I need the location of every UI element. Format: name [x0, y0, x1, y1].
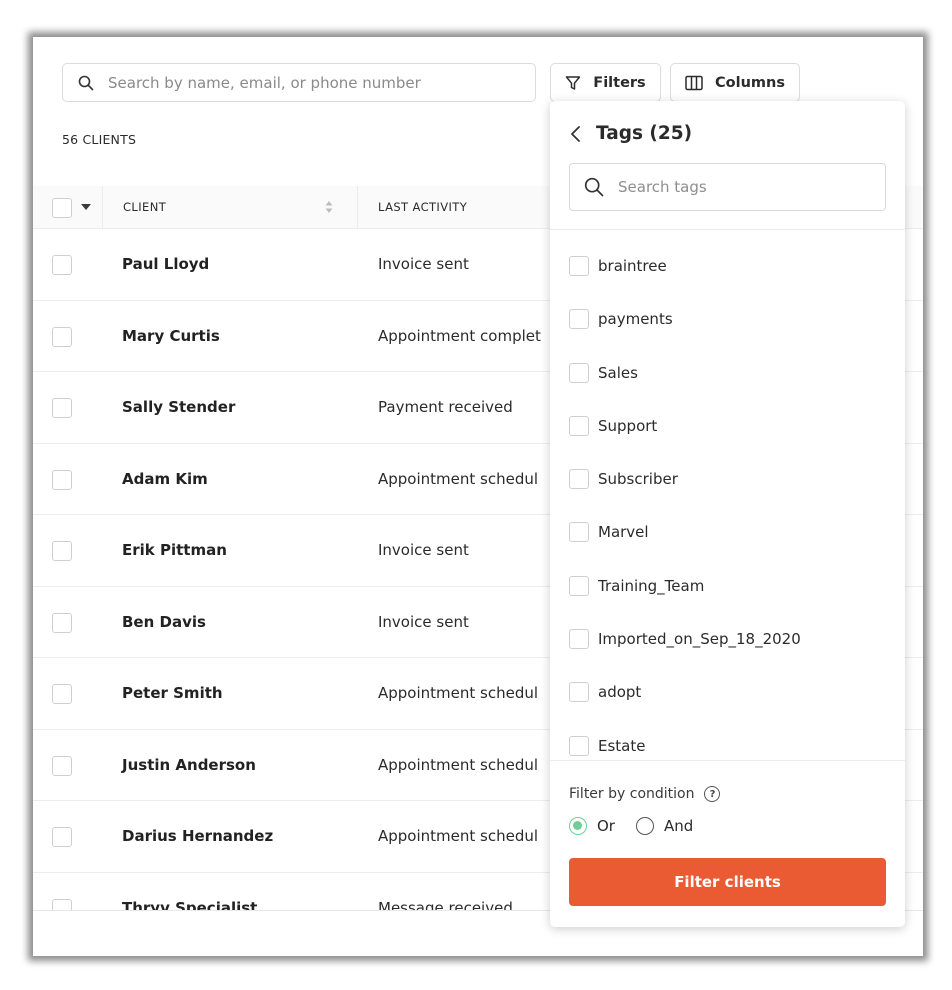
column-divider: [357, 186, 358, 229]
tags-panel-title: Tags (25): [596, 123, 693, 144]
row-checkbox[interactable]: [52, 541, 72, 561]
tag-label[interactable]: Marvel: [598, 523, 649, 541]
row-checkbox[interactable]: [52, 255, 72, 275]
client-name[interactable]: Sally Stender: [122, 398, 235, 416]
last-activity: Invoice sent: [378, 612, 469, 631]
tag-option[interactable]: Imported_on_Sep_18_2020: [550, 604, 905, 657]
tags-panel-header: Tags (25) Search tags: [550, 101, 905, 230]
tag-option[interactable]: Estate: [550, 711, 905, 760]
tag-search-input[interactable]: Search tags: [569, 163, 886, 211]
last-activity: Payment received: [378, 398, 513, 416]
tag-checkbox[interactable]: [569, 522, 589, 543]
filter-condition-label: Filter by condition ?: [569, 786, 721, 802]
last-activity: Message received: [378, 898, 513, 911]
client-name[interactable]: Paul Lloyd: [122, 255, 209, 273]
filter-icon: [566, 75, 581, 90]
tag-label[interactable]: Imported_on_Sep_18_2020: [598, 630, 801, 648]
tag-checkbox[interactable]: [569, 362, 589, 383]
tag-option[interactable]: payments: [550, 284, 905, 337]
client-name[interactable]: Thryv Specialist: [122, 899, 257, 911]
clients-page: Search by name, email, or phone number F…: [33, 37, 923, 956]
tag-search-placeholder: Search tags: [618, 178, 707, 196]
tag-label[interactable]: adopt: [598, 683, 641, 701]
condition-and-label: And: [664, 817, 694, 835]
radio-selected-indicator[interactable]: [569, 817, 587, 835]
tag-checkbox[interactable]: [569, 629, 589, 650]
client-name[interactable]: Mary Curtis: [122, 327, 220, 345]
help-icon[interactable]: ?: [704, 786, 721, 802]
filters-button[interactable]: Filters: [550, 63, 661, 102]
tag-checkbox[interactable]: [569, 256, 589, 276]
row-checkbox[interactable]: [52, 755, 72, 776]
tag-checkbox[interactable]: [569, 415, 589, 436]
tag-label[interactable]: Estate: [598, 737, 645, 755]
tag-checkbox[interactable]: [569, 682, 589, 703]
filter-clients-button[interactable]: Filter clients: [569, 858, 886, 906]
client-name[interactable]: Darius Hernandez: [122, 827, 273, 845]
tag-checkbox[interactable]: [569, 309, 589, 330]
tag-label[interactable]: Subscriber: [598, 470, 678, 488]
condition-and-radio[interactable]: And: [636, 817, 693, 835]
tag-label[interactable]: payments: [598, 310, 673, 328]
tags-panel-footer: Filter by condition ? Or And Filter clie…: [550, 760, 905, 927]
last-activity: Appointment schedul: [378, 755, 539, 774]
last-activity: Appointment complet: [378, 326, 541, 345]
row-checkbox[interactable]: [52, 398, 72, 418]
filter-condition-text: Filter by condition: [569, 786, 695, 802]
last-activity: Appointment schedul: [378, 469, 539, 488]
search-icon: [584, 177, 604, 197]
row-checkbox[interactable]: [52, 612, 72, 633]
last-activity: Invoice sent: [378, 541, 469, 559]
row-checkbox[interactable]: [52, 326, 72, 347]
tag-option[interactable]: Support: [550, 391, 905, 444]
column-header-client[interactable]: CLIENT: [123, 200, 166, 214]
sort-icon[interactable]: [324, 199, 334, 215]
row-checkbox[interactable]: [52, 898, 72, 910]
client-count: 56 CLIENTS: [62, 132, 137, 147]
client-name[interactable]: Erik Pittman: [122, 541, 227, 559]
tag-option[interactable]: Training_Team: [550, 551, 905, 604]
tag-label[interactable]: Training_Team: [598, 577, 704, 595]
tag-label[interactable]: Support: [598, 417, 657, 435]
tag-checkbox[interactable]: [569, 735, 589, 756]
last-activity: Appointment schedul: [378, 827, 539, 845]
tag-list: braintree payments Sales Support Subscri…: [550, 231, 905, 760]
client-name[interactable]: Justin Anderson: [122, 756, 256, 774]
tag-option[interactable]: Sales: [550, 338, 905, 391]
column-header-last-activity[interactable]: LAST ACTIVITY: [378, 200, 467, 214]
tag-label[interactable]: Sales: [598, 364, 638, 382]
client-search-placeholder: Search by name, email, or phone number: [108, 73, 421, 92]
radio-indicator[interactable]: [636, 817, 654, 835]
column-divider: [102, 186, 103, 229]
row-checkbox[interactable]: [52, 827, 72, 847]
last-activity: Appointment schedul: [378, 684, 539, 702]
condition-or-radio[interactable]: Or: [569, 817, 615, 835]
search-icon: [78, 75, 94, 91]
last-activity: Invoice sent: [378, 255, 469, 273]
tag-option[interactable]: adopt: [550, 657, 905, 710]
tag-checkbox[interactable]: [569, 469, 589, 490]
chevron-left-icon[interactable]: [569, 125, 583, 143]
row-checkbox[interactable]: [52, 469, 72, 490]
client-name[interactable]: Adam Kim: [122, 470, 208, 488]
tag-option[interactable]: Marvel: [550, 497, 905, 550]
columns-button[interactable]: Columns: [670, 63, 800, 102]
tag-label[interactable]: braintree: [598, 257, 667, 275]
row-checkbox[interactable]: [52, 684, 72, 704]
select-all-checkbox[interactable]: [52, 198, 72, 218]
client-name[interactable]: Peter Smith: [122, 684, 223, 702]
columns-icon: [685, 75, 703, 90]
tag-option[interactable]: Subscriber: [550, 444, 905, 497]
filters-button-label: Filters: [593, 74, 646, 91]
tags-filter-panel: Tags (25) Search tags braintree payments…: [550, 101, 905, 927]
client-name[interactable]: Ben Davis: [122, 613, 206, 631]
columns-button-label: Columns: [715, 74, 785, 91]
condition-or-label: Or: [597, 817, 615, 835]
tag-checkbox[interactable]: [569, 575, 589, 596]
tag-option[interactable]: braintree: [550, 231, 905, 284]
chevron-down-icon[interactable]: [81, 204, 91, 210]
client-search-input[interactable]: Search by name, email, or phone number: [62, 63, 536, 102]
